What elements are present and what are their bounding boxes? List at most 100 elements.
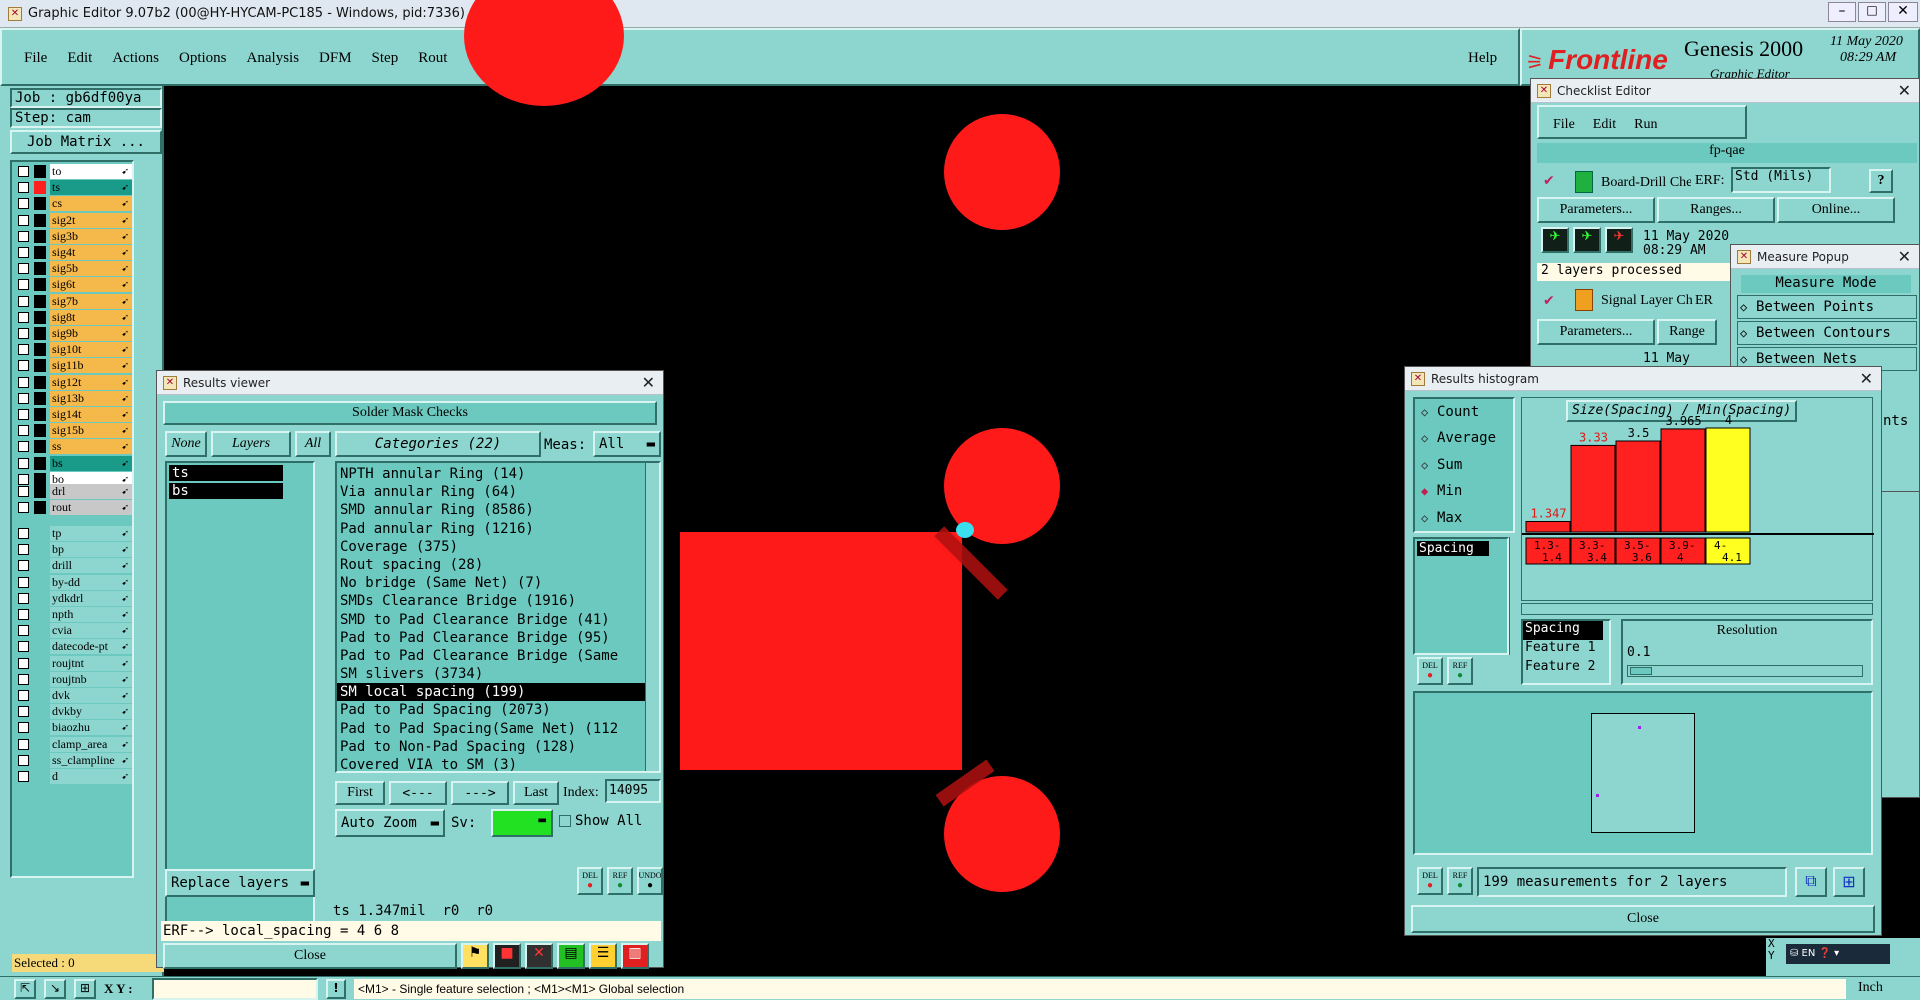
parameters-button-2[interactable]: Parameters...	[1537, 319, 1655, 345]
index-field[interactable]: 14095	[605, 779, 661, 803]
category-item[interactable]: Pad to Pad Clearance Bridge (Same	[337, 647, 645, 665]
layer-checkbox[interactable]	[18, 625, 29, 637]
mode-min[interactable]: ◆ Min	[1415, 478, 1513, 504]
histogram-close-button[interactable]: Close	[1411, 905, 1875, 933]
category-item[interactable]: Pad to Non-Pad Spacing (128)	[337, 738, 645, 756]
layer-row-cvia[interactable]: cvia ➹	[14, 623, 132, 639]
layer-checkbox[interactable]	[18, 722, 29, 734]
category-item[interactable]: No bridge (Same Net) (7)	[337, 574, 645, 592]
layer-row-sig13b[interactable]: sig13b ➹	[14, 390, 132, 406]
layer-row-sig9b[interactable]: sig9b ➹	[14, 326, 132, 341]
layer-checkbox[interactable]	[18, 609, 29, 620]
layer-row-sig7b[interactable]: sig7b ➹	[14, 293, 132, 309]
zoom-icon[interactable]: ⧉	[1795, 867, 1827, 897]
category-item[interactable]: SMD annular Ring (8586)	[337, 501, 645, 519]
layer-checkbox[interactable]	[18, 425, 29, 437]
layer-row-sig10t[interactable]: sig10t ➹	[14, 342, 132, 358]
mode-average[interactable]: ◇ Average	[1415, 425, 1513, 451]
layer-icon[interactable]: ■	[493, 943, 521, 969]
menu-options[interactable]: Options	[179, 50, 227, 67]
layer-checkbox[interactable]	[18, 230, 29, 242]
layer-checkbox[interactable]	[18, 279, 29, 291]
minimize-button[interactable]: –	[1828, 2, 1856, 22]
measure-popup-close-icon[interactable]: ✕	[1898, 247, 1911, 266]
resolution-slider-thumb[interactable]	[1630, 667, 1652, 675]
category-item[interactable]: SMDs Clearance Bridge (1916)	[337, 592, 645, 610]
histogram-bar[interactable]	[1570, 444, 1616, 533]
layer-checkbox[interactable]	[18, 560, 29, 572]
category-item[interactable]: Pad annular Ring (1216)	[337, 520, 645, 538]
category-item[interactable]: Covered VIA to SM (3)	[337, 756, 645, 771]
checklist-menu-edit[interactable]: Edit	[1593, 117, 1616, 137]
menu-rout[interactable]: Rout	[418, 50, 447, 67]
layer-row-drl[interactable]: drl ➹	[14, 484, 132, 499]
help-question-button[interactable]: ?	[1869, 169, 1893, 193]
layer-checkbox[interactable]	[18, 486, 29, 497]
layer-checkbox[interactable]	[18, 360, 29, 372]
del-button[interactable]: DEL ●	[577, 867, 603, 895]
histogram-bar[interactable]	[1525, 520, 1571, 533]
layer-row-dvk[interactable]: dvk ➹	[14, 688, 132, 703]
pointer-tool-icon[interactable]: ↘	[44, 979, 66, 999]
layer-checkbox[interactable]	[18, 502, 29, 514]
layer-checkbox[interactable]	[18, 673, 29, 685]
layer-row-sig15b[interactable]: sig15b ➹	[14, 423, 132, 439]
category-item[interactable]: SMD to Pad Clearance Bridge (41)	[337, 611, 645, 629]
layer-row-dvkby[interactable]: dvkby ➹	[14, 704, 132, 720]
layer-row-roujtnb[interactable]: roujtnb ➹	[14, 671, 132, 687]
category-item[interactable]: SM local spacing (199)	[337, 683, 645, 702]
layer-list-item[interactable]: bs	[169, 483, 283, 499]
close-window-button[interactable]: ✕	[1888, 2, 1918, 22]
category-item[interactable]: Rout spacing (28)	[337, 556, 645, 574]
run-icon[interactable]: ✈	[1573, 227, 1601, 253]
categories-button[interactable]: Categories (22)	[335, 431, 541, 457]
category-item[interactable]: SM slivers (3734)	[337, 665, 645, 683]
layer-row-tp[interactable]: tp ➹	[14, 526, 132, 541]
resolution-slider[interactable]	[1627, 665, 1863, 677]
mode-sum[interactable]: ◇ Sum	[1415, 452, 1513, 478]
hist-ref-button[interactable]: REF ●	[1447, 657, 1473, 685]
erf-select[interactable]: Std (Mils)	[1731, 167, 1831, 193]
ranges-button[interactable]: Ranges...	[1657, 197, 1775, 223]
layer-checkbox[interactable]	[18, 376, 29, 388]
layer-row-biaozhu[interactable]: biaozhu ➹	[14, 720, 132, 736]
histogram-list-scrollbar[interactable]	[1509, 537, 1519, 655]
menu-file[interactable]: File	[24, 50, 47, 67]
parameters-button[interactable]: Parameters...	[1537, 197, 1655, 223]
layer-row-sig5b[interactable]: sig5b ➹	[14, 261, 132, 277]
menu-edit[interactable]: Edit	[67, 50, 92, 67]
report-icon[interactable]: ▤	[557, 943, 585, 969]
preview-del-button[interactable]: DEL ●	[1417, 867, 1443, 895]
layer-row-rout[interactable]: rout ➹	[14, 500, 132, 516]
help-menu[interactable]: Help	[1468, 50, 1497, 67]
layer-row-sig6t[interactable]: sig6t ➹	[14, 277, 132, 293]
fit-icon[interactable]: ⊞	[1833, 867, 1865, 897]
sv-color-dropdown[interactable]: ▬	[491, 809, 553, 837]
layer-row-ss_clampline[interactable]: ss_clampline ➹	[14, 752, 132, 768]
histogram-item-list[interactable]: Spacing	[1413, 537, 1509, 655]
job-matrix-button[interactable]: Job Matrix ...	[10, 130, 162, 154]
layer-row-sig4t[interactable]: sig4t ➹	[14, 245, 132, 260]
menu-dfm[interactable]: DFM	[319, 50, 352, 67]
layer-checkbox[interactable]	[18, 182, 29, 194]
replace-layers-dropdown[interactable]: Replace layers ▬	[165, 869, 315, 897]
layer-checkbox[interactable]	[18, 311, 29, 323]
layer-row-sig14t[interactable]: sig14t ➹	[14, 407, 132, 422]
measure-option[interactable]: ◇ Between Contours	[1737, 321, 1917, 345]
layer-row-bp[interactable]: bp ➹	[14, 542, 132, 558]
menu-step[interactable]: Step	[372, 50, 399, 67]
layer-list-item[interactable]: ts	[169, 465, 283, 481]
layer-row-npth[interactable]: npth ➹	[14, 607, 132, 622]
layers-all-button[interactable]: All	[295, 431, 331, 457]
layer-row-sig12t[interactable]: sig12t ➹	[14, 374, 132, 390]
check-item-2-checkbox[interactable]: ✔	[1543, 293, 1555, 309]
categories-listbox[interactable]: NPTH annular Ring (14) Via annular Ring (…	[335, 461, 661, 773]
checklist-menu-file[interactable]: File	[1553, 117, 1575, 137]
layer-row-drill[interactable]: drill ➹	[14, 558, 132, 574]
histogram-hscroll[interactable]	[1521, 603, 1873, 615]
layer-row-d[interactable]: d ➹	[14, 769, 132, 784]
histogram-icon[interactable]: ▥	[621, 943, 649, 969]
last-button[interactable]: Last	[513, 781, 559, 805]
layer-row-ss[interactable]: ss ➹	[14, 439, 132, 455]
layer-checkbox[interactable]	[18, 528, 29, 539]
